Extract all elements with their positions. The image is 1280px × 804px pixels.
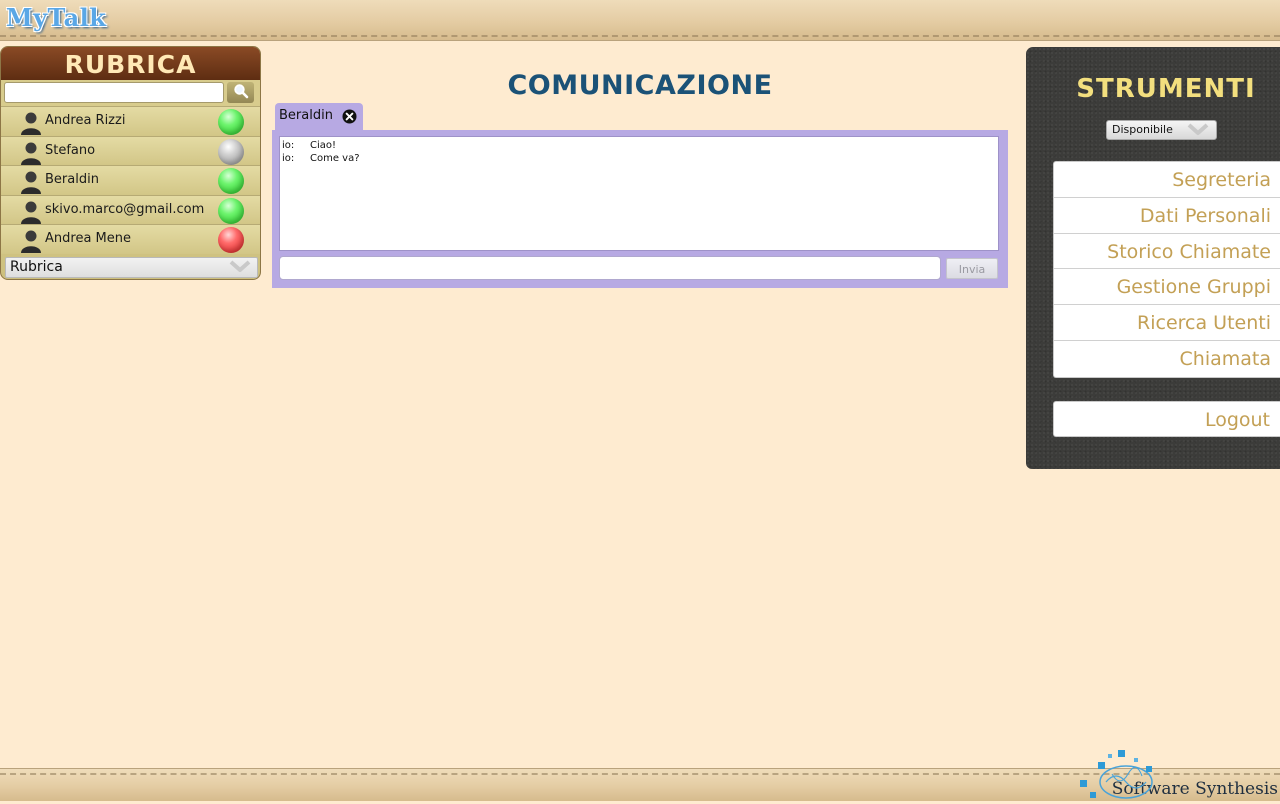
contact-row[interactable]: Stefano [1,135,260,165]
search-button[interactable] [227,82,254,103]
comunicazione-title: COMUNICAZIONE [507,70,773,101]
message-text: Ciao! [310,140,337,151]
contact-name: skivo.marco@gmail.com [45,201,205,217]
rubrica-title: RUBRICA [1,47,260,80]
status-online-icon [218,197,244,224]
contact-row[interactable]: skivo.marco@gmail.com [1,194,260,224]
status-offline-icon [218,138,244,165]
chevron-down-icon [1187,121,1209,142]
contact-row[interactable]: Andrea Mene [1,224,260,254]
group-select-value: Rubrica [10,259,63,275]
person-icon [20,229,42,257]
menu-item-ricerca-utenti[interactable]: Ricerca Utenti [1054,305,1280,341]
app-logo[interactable]: MyTalk [6,3,106,32]
tab-label: Beraldin [279,108,333,123]
contact-row[interactable]: Andrea Rizzi [1,106,260,136]
contact-name: Stefano [45,142,96,158]
contact-row[interactable]: Beraldin [1,165,260,195]
header-bar: MyTalk [0,0,1280,41]
close-icon[interactable] [342,109,357,128]
status-online-icon [218,168,244,194]
tools-menu: Segreteria Dati Personali Storico Chiama… [1053,161,1280,378]
send-button[interactable]: Invia [946,258,998,279]
menu-item-segreteria[interactable]: Segreteria [1054,162,1280,198]
chat-log[interactable]: io: Ciao! io: Come va? [279,136,999,251]
message-sender: io: [282,140,295,151]
message-input[interactable] [279,256,941,280]
menu-item-dati-personali[interactable]: Dati Personali [1054,198,1280,234]
presence-select[interactable]: Disponibile [1106,120,1217,140]
contact-name: Beraldin [45,172,99,187]
logout-button[interactable]: Logout [1053,401,1280,437]
menu-item-chiamata[interactable]: Chiamata [1054,341,1280,377]
chevron-down-icon [229,258,251,279]
contact-name: Andrea Mene [45,231,131,246]
contact-name: Andrea Rizzi [45,113,126,128]
contact-search-input[interactable] [4,82,224,103]
menu-item-gestione-gruppi[interactable]: Gestione Gruppi [1054,269,1280,306]
rubrica-search-bar [1,80,260,106]
chat-message: io: Come va? [280,153,998,166]
tab-beraldin[interactable]: Beraldin [275,103,363,131]
brain-logo-icon [1076,748,1166,804]
presence-value: Disponibile [1112,123,1173,136]
status-online-icon [218,109,244,135]
strumenti-title: STRUMENTI [1076,74,1256,104]
chat-message: io: Ciao! [280,140,998,153]
group-select[interactable]: Rubrica [5,257,258,278]
header-stitch [0,35,1280,37]
magnifier-icon [233,83,249,103]
chat-panel: io: Ciao! io: Come va? Invia [272,130,1008,288]
menu-item-storico-chiamate[interactable]: Storico Chiamate [1054,234,1280,270]
message-sender: io: [282,153,295,164]
message-text: Come va? [310,153,360,164]
status-busy-icon [218,227,244,253]
strumenti-panel: STRUMENTI Disponibile Segreteria Dati Pe… [1026,47,1280,469]
rubrica-panel: RUBRICA Andrea Rizzi Stefano Beraldin sk… [0,46,261,280]
